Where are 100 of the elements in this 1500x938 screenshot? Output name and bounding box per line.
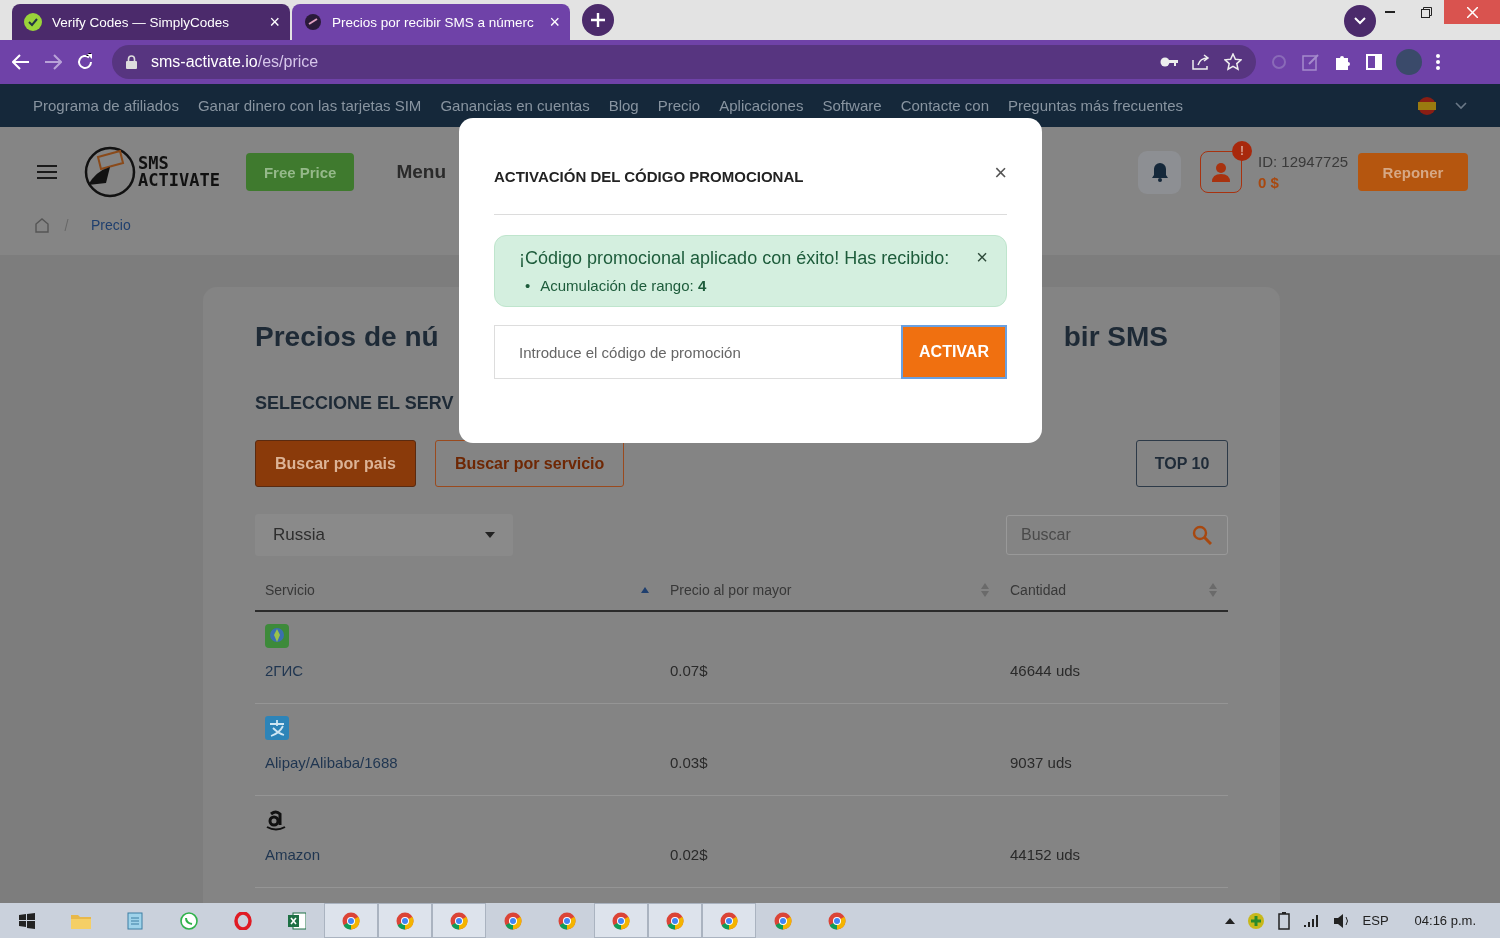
nav-link[interactable]: Preguntas más frecuentes	[1008, 97, 1184, 114]
nav-link[interactable]: Contacte con	[900, 97, 990, 114]
service-name[interactable]: Alipay/Alibaba/1688	[265, 754, 398, 771]
search-field[interactable]: Buscar	[1006, 515, 1228, 555]
notepad-icon	[127, 911, 143, 930]
breadcrumb-separator-icon	[64, 219, 69, 231]
nav-link[interactable]: Ganancias en cuentas	[440, 97, 590, 114]
page-heading: Precios de nú	[255, 321, 439, 353]
section-label: SELECCIONE EL SERV	[255, 393, 455, 414]
back-icon[interactable]	[12, 54, 30, 70]
breadcrumb-link[interactable]: Precio	[91, 217, 131, 233]
search-mode-tab[interactable]: Buscar por pais	[255, 440, 416, 487]
restore-icon	[1420, 6, 1432, 18]
user-id: ID: 12947725	[1258, 153, 1350, 170]
alert-close-button[interactable]: ×	[976, 246, 988, 269]
menu-icon[interactable]	[37, 164, 57, 180]
site-icon	[304, 13, 322, 31]
price-cell: 0.07$	[670, 662, 708, 679]
chrome-icon	[504, 911, 522, 930]
page-heading: bir SMS	[1063, 321, 1168, 353]
column-header[interactable]: Servicio	[265, 582, 315, 598]
taskbar-app[interactable]	[378, 903, 432, 938]
flag-icon[interactable]	[1418, 96, 1436, 115]
chrome-icon	[774, 911, 792, 930]
tab-search-button[interactable]	[1344, 5, 1376, 37]
service-name[interactable]: 2ГИС	[265, 662, 304, 679]
lock-icon	[126, 55, 137, 69]
logo-icon	[84, 145, 136, 199]
taskbar-app[interactable]	[702, 903, 756, 938]
tab-close-button[interactable]: ×	[269, 11, 280, 33]
spreadsheet-icon	[288, 911, 306, 930]
promo-code-field[interactable]: Introduce el código de promoción	[494, 325, 901, 379]
star-icon[interactable]	[1224, 53, 1242, 71]
nav-link[interactable]: Ganar dinero con las tarjetas SIM	[197, 97, 422, 114]
more-icon[interactable]	[1436, 54, 1440, 70]
plus-icon	[591, 13, 605, 27]
activate-button[interactable]: ACTIVAR	[901, 325, 1007, 379]
browser-tab[interactable]: Verify Codes — SimplyCodes ×	[12, 4, 290, 40]
input-language[interactable]: ESP	[1362, 913, 1389, 928]
tab-title: Verify Codes — SimplyCodes	[52, 14, 231, 30]
chevron-up-icon[interactable]	[1224, 917, 1235, 924]
map-icon	[265, 624, 289, 648]
balance: 0 $	[1258, 174, 1280, 191]
nav-link[interactable]: Software	[822, 97, 882, 114]
bell-icon	[1150, 162, 1169, 182]
top-10-button[interactable]: TOP 10	[1136, 440, 1228, 487]
new-tab-button[interactable]	[582, 4, 614, 36]
menu-link[interactable]: Menu	[396, 161, 447, 183]
dialog-title: ACTIVACIÓN DEL CÓDIGO PROMOCIONAL	[494, 166, 804, 185]
nav-link[interactable]: Blog	[608, 97, 639, 114]
address-bar[interactable]: sms-activate.io/es/price	[112, 45, 1256, 79]
tab-close-button[interactable]: ×	[549, 11, 560, 33]
reload-icon[interactable]	[76, 53, 94, 71]
taskbar-app[interactable]	[432, 903, 486, 938]
column-header[interactable]: Precio al por mayor	[670, 582, 792, 598]
nav-link[interactable]: Programa de afiliados	[33, 97, 179, 114]
home-icon[interactable]	[34, 217, 50, 233]
chrome-icon	[828, 911, 846, 930]
bullet: •	[525, 277, 531, 294]
edit-icon[interactable]	[1302, 53, 1320, 71]
alert-message: ¡Código promocional aplicado con éxito! Has recibido:	[519, 248, 951, 269]
alert-item: Acumulación de rango: 4	[540, 277, 707, 294]
price-cell: 0.03$	[670, 754, 708, 771]
country-dropdown[interactable]: Russia	[255, 514, 513, 556]
column-header[interactable]: Cantidad	[1010, 582, 1067, 598]
chevron-down-icon[interactable]	[1455, 101, 1467, 110]
share-icon[interactable]	[1192, 54, 1210, 70]
minimize-icon	[1385, 11, 1395, 13]
taskbar-app[interactable]	[648, 903, 702, 938]
service-name[interactable]: Amazon	[265, 846, 321, 863]
chat-bubble-icon	[180, 911, 198, 930]
tab-title: Precios por recibir SMS a númerc	[332, 14, 535, 30]
nav-link[interactable]: Precio	[657, 97, 701, 114]
chrome-icon	[666, 911, 684, 930]
puzzle-icon[interactable]	[1334, 53, 1352, 71]
chrome-icon	[396, 911, 414, 930]
chrome-icon	[342, 911, 360, 930]
alert-badge: !	[1232, 141, 1252, 161]
logo-text: SMS ACTIVATE	[138, 155, 220, 189]
battery-icon[interactable]	[1276, 911, 1291, 930]
browser-tab[interactable]: Precios por recibir SMS a númerc ×	[292, 4, 570, 40]
taskbar-app[interactable]	[594, 903, 648, 938]
nav-link[interactable]: Aplicaciones	[719, 97, 804, 114]
quantity-cell: 44152 uds	[1010, 846, 1081, 863]
sort-ascending-icon[interactable]	[640, 585, 650, 595]
windows-icon	[19, 912, 35, 929]
folder-icon	[71, 912, 91, 929]
notifications-button[interactable]	[1138, 150, 1181, 194]
dialog-close-button[interactable]: ×	[994, 146, 1007, 186]
quantity-cell: 9037 uds	[1010, 754, 1072, 771]
speaker-icon[interactable]	[1332, 912, 1351, 929]
taskbar-app[interactable]	[324, 903, 378, 938]
forward-icon[interactable]	[44, 54, 62, 70]
plus-circle-icon[interactable]	[1246, 911, 1265, 930]
clock[interactable]: 04:16 p.m.	[1414, 913, 1476, 928]
key-icon[interactable]	[1160, 57, 1178, 67]
signal-icon[interactable]	[1302, 913, 1321, 928]
chrome-icon	[558, 911, 576, 930]
close-icon	[1466, 6, 1478, 18]
side-panel-icon[interactable]	[1366, 54, 1382, 70]
